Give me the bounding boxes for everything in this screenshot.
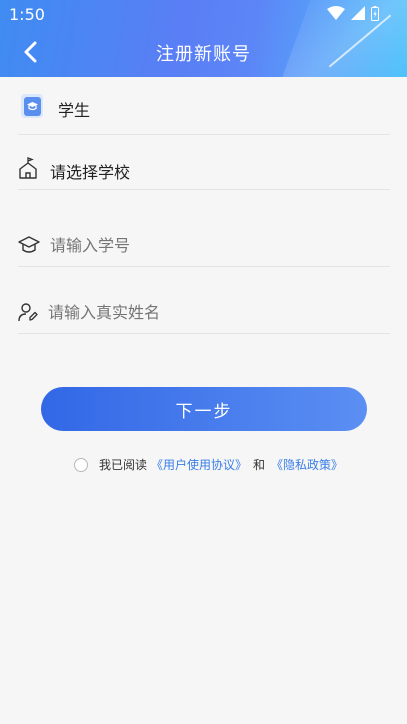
page-title: 注册新账号 [156,44,251,65]
signal-icon [351,6,365,20]
student-id-input[interactable] [50,234,370,256]
agreement-prefix: 我已阅读 [99,458,148,472]
battery-icon [371,5,379,21]
status-time: 1:50 [9,5,45,24]
school-select[interactable]: 请选择学校 [18,135,390,190]
real-name-input[interactable] [48,301,368,323]
agree-radio[interactable] [74,457,88,472]
agreement-row: 我已阅读 《用户使用协议》 和 《隐私政策》 [74,456,343,473]
role-row[interactable]: 学生 [18,78,390,135]
agreement-and: 和 [253,458,266,472]
graduation-cap-icon [18,236,40,253]
student-id-row [18,190,390,267]
wifi-icon [327,6,345,20]
privacy-policy-link[interactable]: 《隐私政策》 [271,456,343,473]
school-icon [19,157,37,179]
user-edit-icon [18,303,38,322]
real-name-row [18,267,390,334]
school-select-label: 请选择学校 [50,163,131,182]
student-card-icon [21,94,43,118]
app-header: 1:50 注册新账号 [0,0,407,77]
status-icons [327,5,379,21]
next-button[interactable]: 下一步 [41,387,367,431]
role-value: 学生 [58,101,91,120]
user-agreement-link[interactable]: 《用户使用协议》 [151,456,247,473]
